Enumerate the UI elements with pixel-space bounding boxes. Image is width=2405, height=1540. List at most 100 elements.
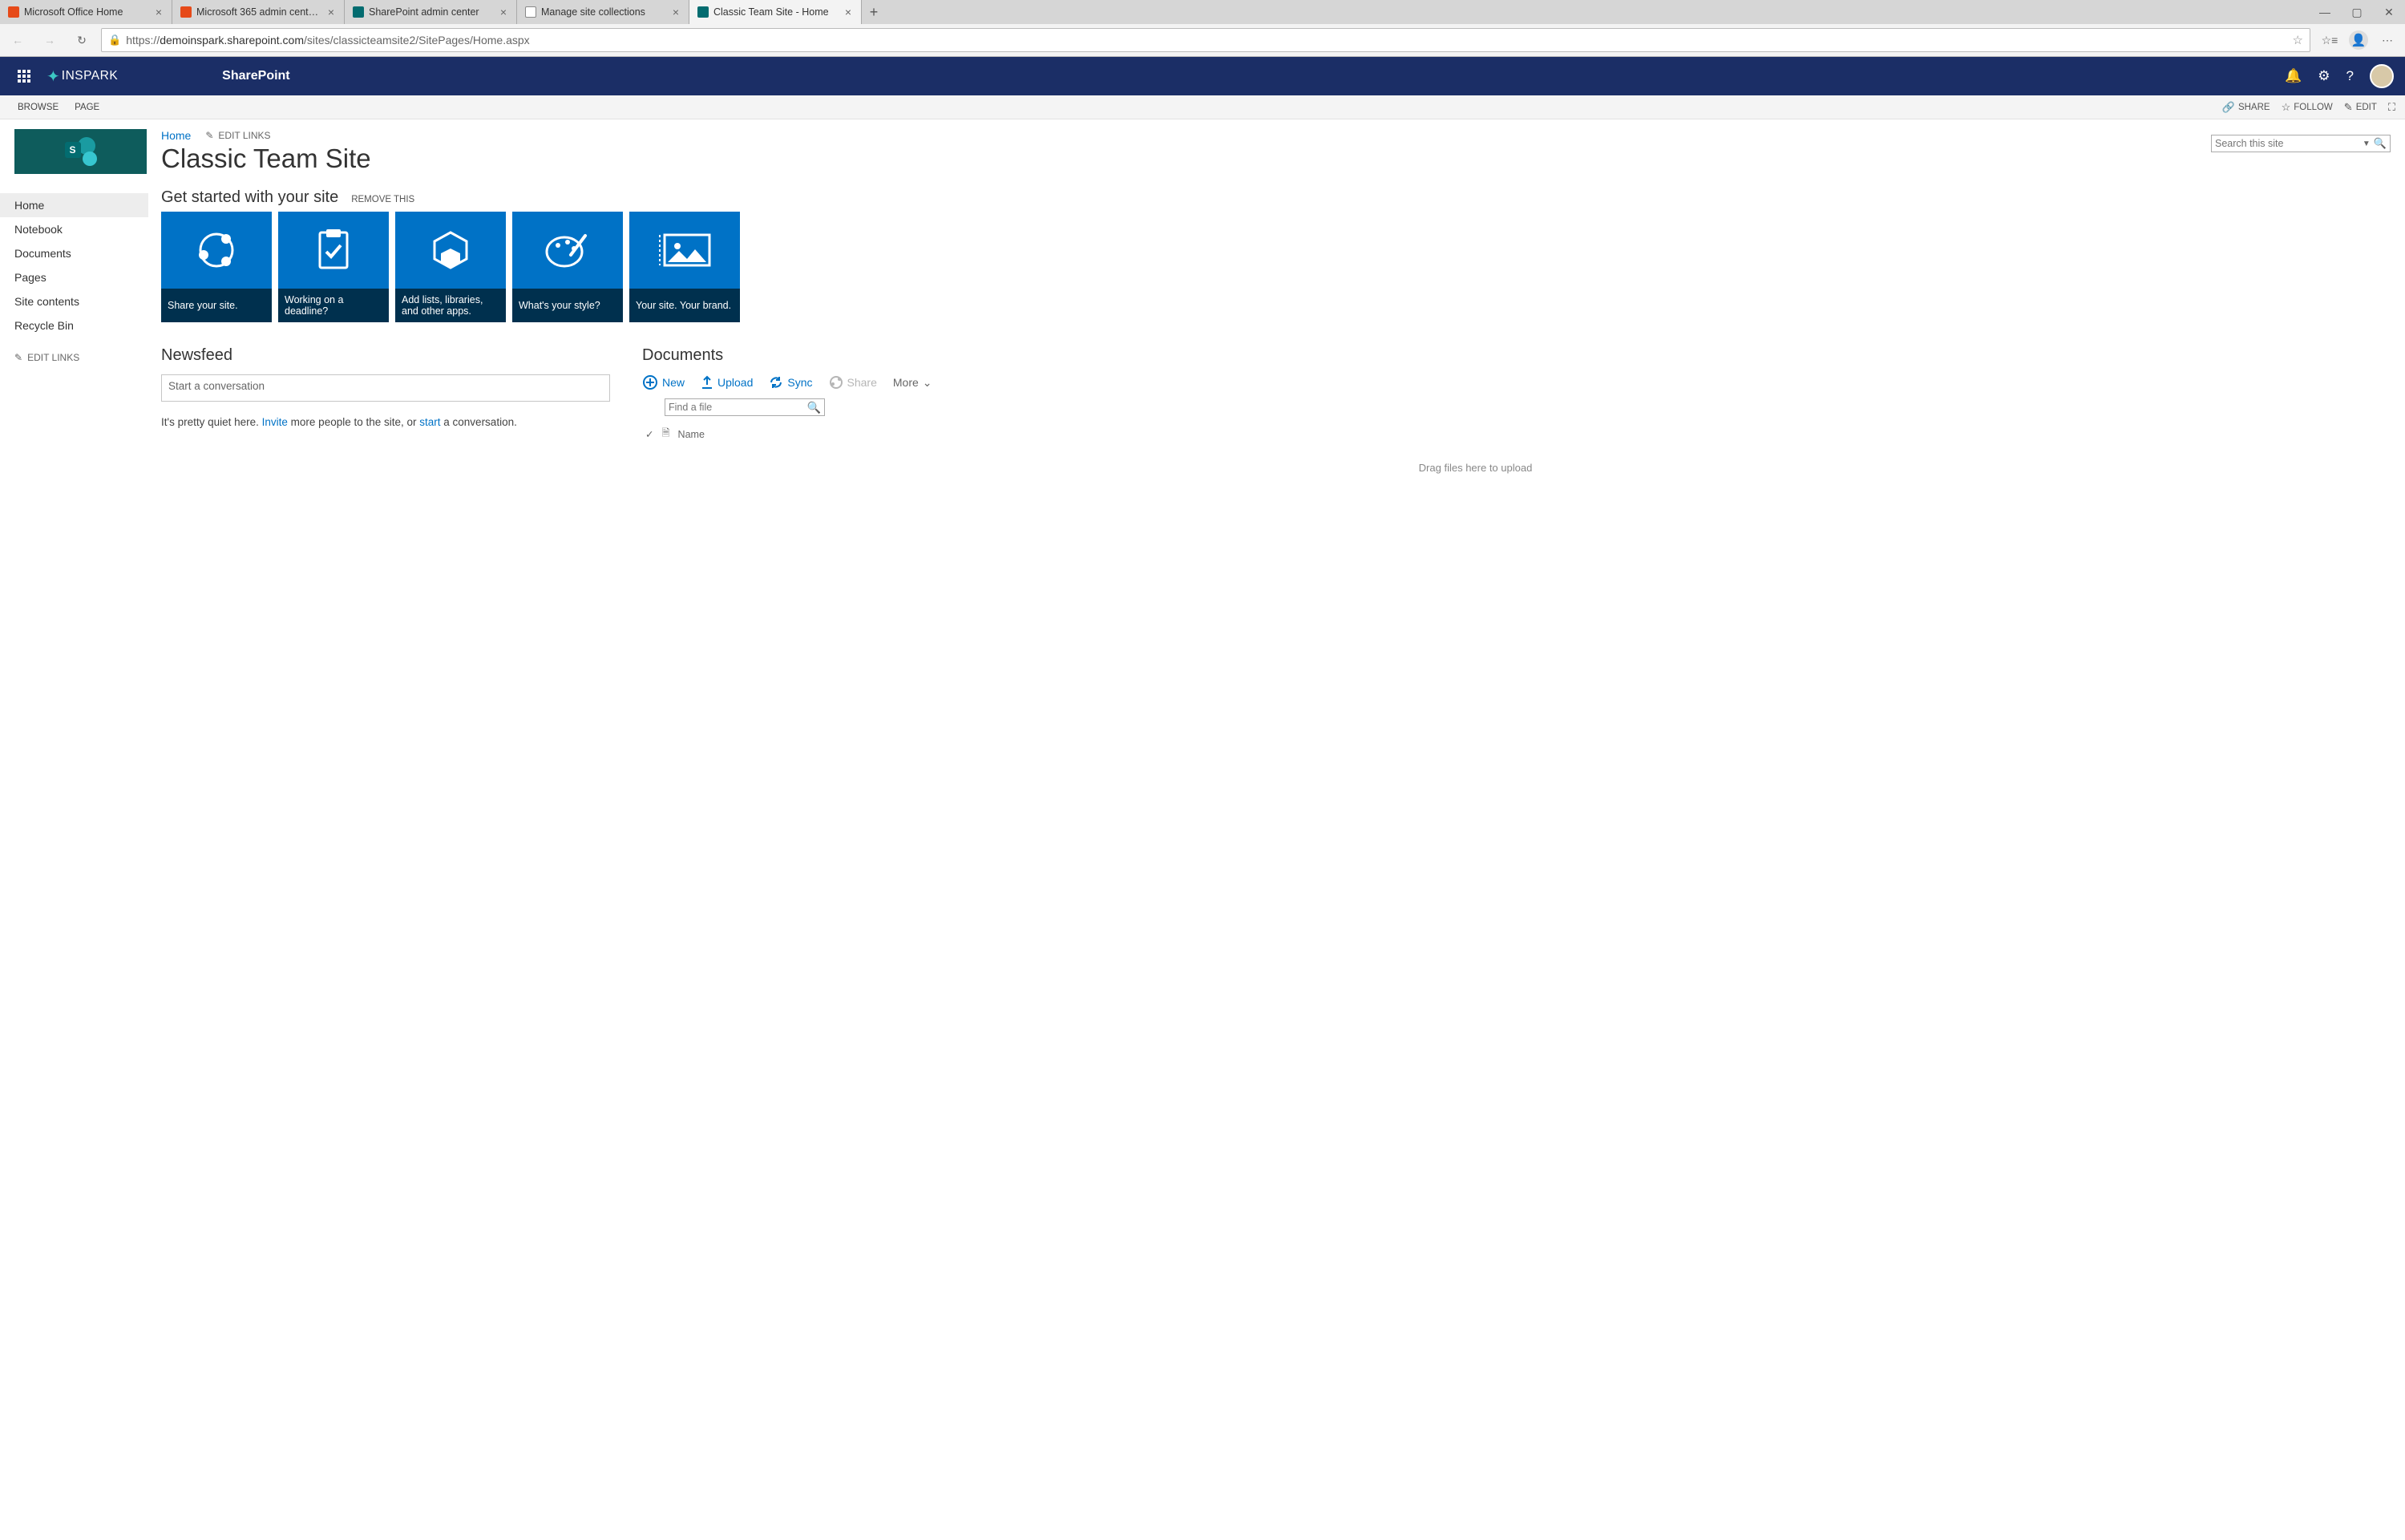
browser-chrome: Microsoft Office Home × Microsoft 365 ad… bbox=[0, 0, 2405, 57]
search-scope-dropdown[interactable]: ▼ bbox=[2359, 139, 2374, 148]
browser-tab[interactable]: Microsoft 365 admin center - M… × bbox=[172, 0, 345, 24]
main-column: Home ✎EDIT LINKS Classic Team Site Get s… bbox=[148, 119, 2405, 1540]
url-input[interactable]: 🔒 https://demoinspark.sharepoint.com/sit… bbox=[101, 28, 2310, 52]
waffle-icon bbox=[18, 70, 30, 83]
tile-label: Your site. Your brand. bbox=[629, 289, 740, 322]
tile-deadline[interactable]: Working on a deadline? bbox=[278, 212, 389, 322]
breadcrumb-home[interactable]: Home bbox=[161, 129, 191, 142]
app-launcher-button[interactable] bbox=[5, 57, 43, 95]
browser-tab-active[interactable]: Classic Team Site - Home × bbox=[689, 0, 862, 24]
get-started-title: Get started with your site bbox=[161, 188, 338, 207]
newsfeed-title: Newsfeed bbox=[161, 346, 610, 365]
sync-icon bbox=[769, 375, 783, 390]
find-file-box[interactable]: 🔍 bbox=[665, 398, 825, 416]
tile-label: Working on a deadline? bbox=[278, 289, 389, 322]
nav-documents[interactable]: Documents bbox=[0, 241, 148, 265]
edit-button[interactable]: ✎EDIT bbox=[2344, 101, 2377, 114]
url-text: https://demoinspark.sharepoint.com/sites… bbox=[126, 34, 2287, 46]
office-icon bbox=[180, 6, 192, 18]
tile-add-apps[interactable]: Add lists, libraries, and other apps. bbox=[395, 212, 506, 322]
newsfeed-empty-text: It's pretty quiet here. Invite more peop… bbox=[161, 416, 610, 428]
site-logo[interactable]: S bbox=[14, 129, 147, 174]
tab-title: SharePoint admin center bbox=[369, 6, 494, 18]
help-icon[interactable]: ? bbox=[2346, 68, 2354, 84]
sharepoint-icon bbox=[697, 6, 709, 18]
more-button[interactable]: More ⌄ bbox=[893, 376, 932, 390]
column-name[interactable]: Name bbox=[678, 429, 705, 440]
palette-icon bbox=[512, 212, 623, 289]
breadcrumb-edit-links[interactable]: ✎EDIT LINKS bbox=[205, 130, 270, 141]
remove-this-link[interactable]: REMOVE THIS bbox=[351, 195, 414, 204]
page-icon bbox=[525, 6, 536, 18]
brand-logo: ✦ INSPARK bbox=[46, 67, 118, 87]
browser-tab[interactable]: Microsoft Office Home × bbox=[0, 0, 172, 24]
ribbon: BROWSE PAGE 🔗SHARE ☆FOLLOW ✎EDIT ⛶ bbox=[0, 95, 2405, 119]
new-tab-button[interactable]: + bbox=[862, 0, 886, 24]
invite-link[interactable]: Invite bbox=[262, 416, 288, 428]
nav-notebook[interactable]: Notebook bbox=[0, 217, 148, 241]
tab-title: Manage site collections bbox=[541, 6, 666, 18]
sync-button[interactable]: Sync bbox=[769, 375, 812, 390]
image-icon bbox=[629, 212, 740, 289]
browser-tab[interactable]: SharePoint admin center × bbox=[345, 0, 517, 24]
share-button[interactable]: 🔗SHARE bbox=[2222, 101, 2270, 114]
profile-button[interactable]: 👤 bbox=[2349, 30, 2368, 50]
drag-files-hint: Drag files here to upload bbox=[642, 462, 2309, 474]
start-link[interactable]: start bbox=[419, 416, 440, 428]
favorite-icon[interactable]: ☆ bbox=[2293, 33, 2303, 47]
more-menu-button[interactable]: ⋯ bbox=[2375, 27, 2400, 53]
tile-share-site[interactable]: Share your site. bbox=[161, 212, 272, 322]
tile-label: Add lists, libraries, and other apps. bbox=[395, 289, 506, 322]
close-window-button[interactable]: ✕ bbox=[2373, 0, 2405, 24]
share-docs-button: Share bbox=[829, 375, 877, 390]
suite-product-name: SharePoint bbox=[222, 69, 289, 83]
nav-home[interactable]: Home bbox=[0, 193, 148, 217]
left-column: S Home Notebook Documents Pages Site con… bbox=[0, 119, 148, 1540]
content-area: S Home Notebook Documents Pages Site con… bbox=[0, 119, 2405, 1540]
file-type-icon: 🗎 bbox=[661, 426, 669, 443]
find-file-input[interactable] bbox=[669, 402, 807, 413]
reading-list-button[interactable]: ☆≡ bbox=[2317, 27, 2342, 53]
lock-icon: 🔒 bbox=[108, 34, 121, 46]
tile-style[interactable]: What's your style? bbox=[512, 212, 623, 322]
site-search-box[interactable]: ▼ 🔍 bbox=[2211, 135, 2391, 152]
window-controls: — ▢ ✕ bbox=[2309, 0, 2405, 24]
conversation-input[interactable]: Start a conversation bbox=[161, 374, 610, 402]
follow-button[interactable]: ☆FOLLOW bbox=[2282, 101, 2333, 114]
forward-button[interactable]: → bbox=[37, 27, 63, 53]
pencil-icon: ✎ bbox=[205, 130, 213, 141]
upload-button[interactable]: Upload bbox=[701, 375, 753, 390]
nav-pages[interactable]: Pages bbox=[0, 265, 148, 289]
new-button[interactable]: New bbox=[642, 374, 685, 390]
nav-recycle-bin[interactable]: Recycle Bin bbox=[0, 313, 148, 338]
close-icon[interactable]: × bbox=[499, 6, 508, 18]
close-icon[interactable]: × bbox=[326, 6, 336, 18]
maximize-button[interactable]: ▢ bbox=[2341, 0, 2373, 24]
back-button[interactable]: ← bbox=[5, 27, 30, 53]
browser-tab[interactable]: Manage site collections × bbox=[517, 0, 689, 24]
refresh-button[interactable]: ↻ bbox=[69, 27, 95, 53]
notifications-icon[interactable]: 🔔 bbox=[2285, 68, 2302, 84]
ribbon-tab-browse[interactable]: BROWSE bbox=[10, 103, 67, 112]
close-icon[interactable]: × bbox=[843, 6, 853, 18]
pencil-icon: ✎ bbox=[2344, 101, 2353, 114]
tile-label: What's your style? bbox=[512, 289, 623, 322]
focus-button[interactable]: ⛶ bbox=[2388, 101, 2395, 114]
close-icon[interactable]: × bbox=[154, 6, 164, 18]
tile-brand[interactable]: Your site. Your brand. bbox=[629, 212, 740, 322]
search-icon[interactable]: 🔍 bbox=[807, 401, 821, 414]
clipboard-check-icon bbox=[278, 212, 389, 289]
tab-title: Classic Team Site - Home bbox=[713, 6, 839, 18]
search-go-icon[interactable]: 🔍 bbox=[2374, 137, 2387, 150]
nav-edit-links[interactable]: ✎EDIT LINKS bbox=[0, 347, 148, 368]
minimize-button[interactable]: — bbox=[2309, 0, 2341, 24]
site-search-input[interactable] bbox=[2215, 138, 2359, 149]
select-all-check[interactable]: ✓ bbox=[645, 428, 653, 440]
close-icon[interactable]: × bbox=[671, 6, 681, 18]
tab-strip: Microsoft Office Home × Microsoft 365 ad… bbox=[0, 0, 2405, 24]
ribbon-tab-page[interactable]: PAGE bbox=[67, 103, 107, 112]
user-avatar[interactable] bbox=[2370, 64, 2394, 88]
nav-site-contents[interactable]: Site contents bbox=[0, 289, 148, 313]
upload-icon bbox=[701, 375, 713, 390]
settings-icon[interactable]: ⚙ bbox=[2318, 68, 2330, 84]
